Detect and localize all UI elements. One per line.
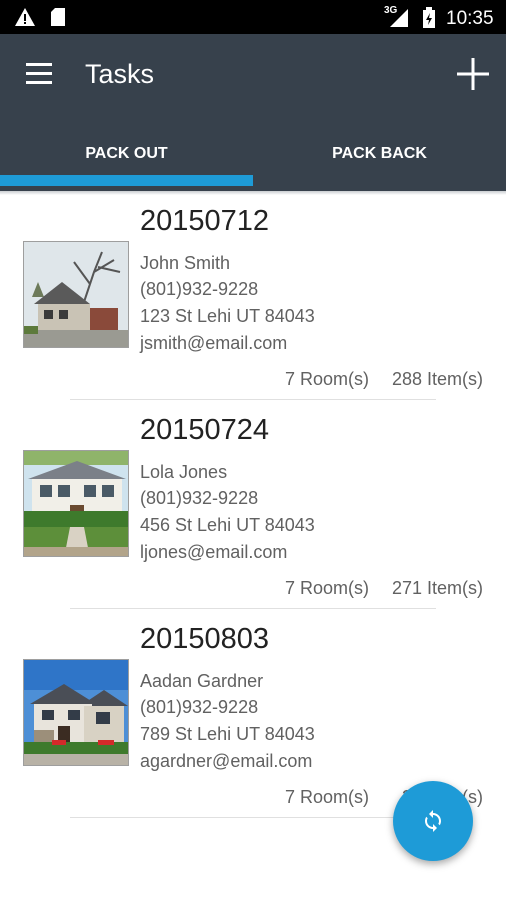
signal-icon [390,9,408,27]
house-photo [23,659,129,766]
sd-card-icon [51,8,65,26]
battery-icon [423,7,435,28]
task-id: 20150712 [140,205,270,237]
room-count: 7 Room(s) [284,578,369,598]
divider [70,608,436,609]
task-list: 20150712 John Smith (801)932-9228 123 St… [0,195,506,822]
task-list-item[interactable]: 20150724 Lola Jones (801)932-9228 456 St… [0,404,506,613]
task-id: 20150724 [140,414,270,446]
room-count: 7 Room(s) [284,787,369,807]
status-bar: 3G 10:35 [0,0,506,34]
warning-icon [15,8,35,26]
customer-name: Aadan Gardner [140,671,264,691]
sync-button[interactable] [393,781,473,861]
app-bar: Tasks [0,34,506,116]
hamburger-menu-icon[interactable] [26,63,54,85]
divider [70,817,436,818]
customer-email: ljones@email.com [140,542,288,562]
selected-tab-indicator [0,175,253,186]
sync-icon [425,810,441,832]
house-photo [23,241,129,348]
customer-phone: (801)932-9228 [140,279,259,299]
customer-name: John Smith [140,253,231,273]
customer-phone: (801)932-9228 [140,697,259,717]
item-count: 271 Item(s) [391,578,483,598]
clock: 10:35 [446,8,494,29]
customer-address: 789 St Lehi UT 84043 [140,724,315,744]
customer-address: 456 St Lehi UT 84043 [140,515,315,535]
house-photo [23,450,129,557]
add-icon[interactable] [455,56,491,92]
customer-address: 123 St Lehi UT 84043 [140,306,315,326]
item-count: 288 Item(s) [391,369,483,389]
divider [70,399,436,400]
customer-email: jsmith@email.com [140,333,288,353]
page-title: Tasks [85,59,155,89]
room-count: 7 Room(s) [284,369,369,389]
customer-phone: (801)932-9228 [140,488,259,508]
customer-name: Lola Jones [140,462,228,482]
task-list-item[interactable]: 20150712 John Smith (801)932-9228 123 St… [0,195,506,404]
task-id: 20150803 [140,623,270,655]
tab-pack-back[interactable]: PACK BACK [253,116,506,191]
customer-email: agardner@email.com [140,751,313,771]
